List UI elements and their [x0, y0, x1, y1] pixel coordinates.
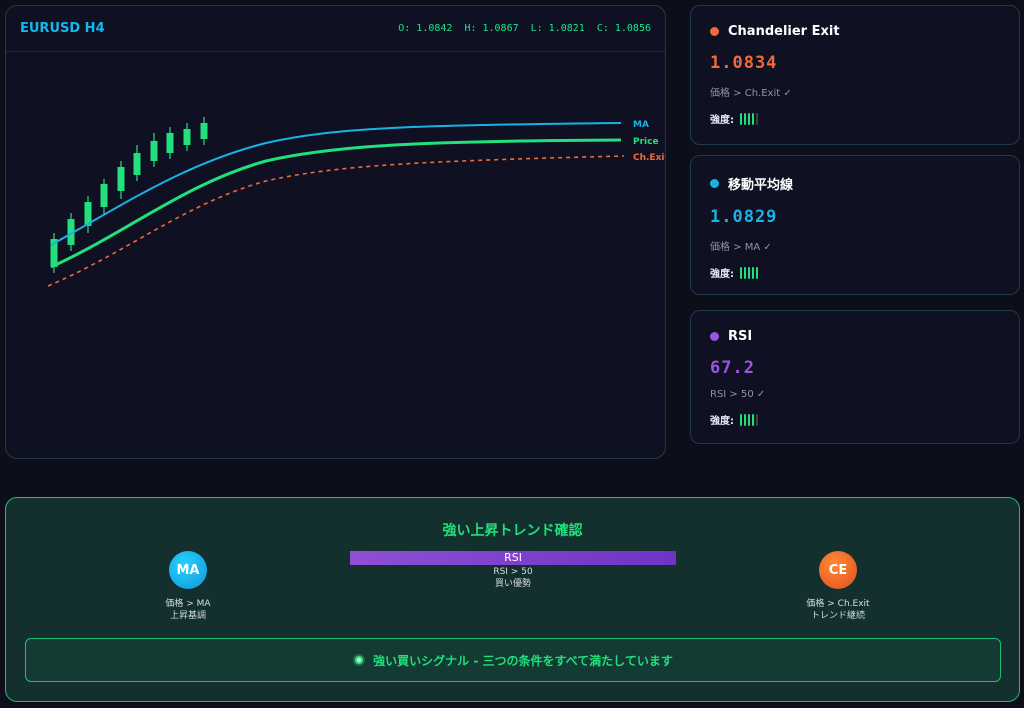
strength-segment — [752, 112, 754, 125]
rsi-bar: RSI — [350, 551, 676, 565]
strength-label: 強度: — [710, 416, 734, 427]
status-dot-icon — [710, 27, 719, 36]
indicator-value: 67.2 — [710, 358, 755, 378]
ma-badge-line2: 上昇基調 — [169, 611, 206, 621]
ma-badge: MA — [169, 551, 207, 589]
ma-badge-group: MA 価格 > MA 上昇基調 — [133, 551, 243, 622]
strength-segment — [756, 266, 758, 279]
indicator-value: 1.0834 — [710, 53, 778, 73]
strength-label: 強度: — [710, 115, 734, 126]
ohlc-readout: O: 1.0842 H: 1.0867 L: 1.0821 C: 1.0856 — [398, 23, 651, 34]
ce-badge-line2: トレンド継続 — [810, 611, 865, 621]
strength-segment — [756, 413, 758, 426]
trend-summary-panel: 強い上昇トレンド確認 MA 価格 > MA 上昇基調 RSI RSI > 50 … — [5, 497, 1020, 702]
strength-segment — [756, 112, 758, 125]
indicator-name: Chandelier Exit — [728, 24, 840, 39]
indicator-card-ma[interactable]: 移動平均線 1.0829 価格 > MA ✓ 強度: — [690, 155, 1020, 295]
strength-segment — [740, 112, 742, 125]
candle-body — [133, 153, 141, 175]
price-chart[interactable]: MA Price Ch.Exit — [6, 53, 666, 459]
ce-badge-group: CE 価格 > Ch.Exit トレンド継続 — [783, 551, 893, 622]
ohlc-low: L: 1.0821 — [530, 23, 585, 34]
price-line-label: Price — [633, 137, 659, 147]
indicator-card-rsi[interactable]: RSI 67.2 RSI > 50 ✓ 強度: — [690, 310, 1020, 444]
strength-label: 強度: — [710, 269, 734, 280]
ohlc-high: H: 1.0867 — [464, 23, 519, 34]
ohlc-close: C: 1.0856 — [596, 23, 651, 34]
ohlc-open: O: 1.0842 — [398, 23, 453, 34]
ce-badge: CE — [819, 551, 857, 589]
strength-segment — [740, 413, 742, 426]
strength-segment — [748, 413, 750, 426]
candle-body — [100, 184, 108, 207]
strength-meter — [740, 413, 758, 426]
candle-body — [183, 129, 191, 145]
status-dot-icon — [710, 332, 719, 341]
status-dot-icon — [710, 179, 719, 188]
indicator-condition: 価格 > Ch.Exit ✓ — [710, 88, 792, 99]
rsi-line2: 買い優勢 — [494, 579, 531, 589]
rsi-line1: RSI > 50 — [493, 567, 533, 577]
strength-segment — [748, 266, 750, 279]
strength-segment — [744, 112, 746, 125]
indicator-card-chandelier[interactable]: Chandelier Exit 1.0834 価格 > Ch.Exit ✓ 強度… — [690, 5, 1020, 145]
buy-signal-banner[interactable]: 強い買いシグナル - 三つの条件をすべて満たしています — [25, 638, 1001, 682]
strength-segment — [752, 413, 754, 426]
indicator-name: RSI — [728, 329, 753, 344]
ch-exit-line-label: Ch.Exit — [633, 153, 666, 163]
ma-line-label: MA — [633, 120, 649, 130]
strength-meter — [740, 266, 758, 279]
summary-title: 強い上昇トレンド確認 — [442, 523, 583, 539]
candle-body — [200, 123, 208, 139]
chart-title: EURUSD H4 — [20, 21, 105, 36]
candle-body — [150, 141, 158, 161]
chart-header: EURUSD H4 O: 1.0842 H: 1.0867 L: 1.0821 … — [6, 6, 665, 52]
strength-segment — [748, 112, 750, 125]
indicator-condition: 価格 > MA ✓ — [710, 242, 772, 253]
strength-segment — [752, 266, 754, 279]
strength-segment — [740, 266, 742, 279]
strength-row: 強度: — [710, 412, 1001, 427]
indicator-value: 1.0829 — [710, 207, 778, 227]
ma-badge-line1: 価格 > MA — [165, 599, 211, 609]
signal-text: 強い買いシグナル - 三つの条件をすべて満たしています — [373, 653, 673, 668]
indicator-name: 移動平均線 — [728, 178, 794, 193]
chart-panel: EURUSD H4 O: 1.0842 H: 1.0867 L: 1.0821 … — [5, 5, 666, 459]
strength-row: 強度: — [710, 265, 1001, 280]
strength-row: 強度: — [710, 111, 1001, 126]
ce-badge-line1: 価格 > Ch.Exit — [806, 599, 870, 609]
candle-body — [117, 167, 125, 191]
strength-segment — [744, 413, 746, 426]
indicator-condition: RSI > 50 ✓ — [710, 389, 766, 400]
target-icon — [353, 654, 366, 666]
strength-segment — [744, 266, 746, 279]
strength-meter — [740, 112, 758, 125]
candle-body — [166, 133, 174, 153]
